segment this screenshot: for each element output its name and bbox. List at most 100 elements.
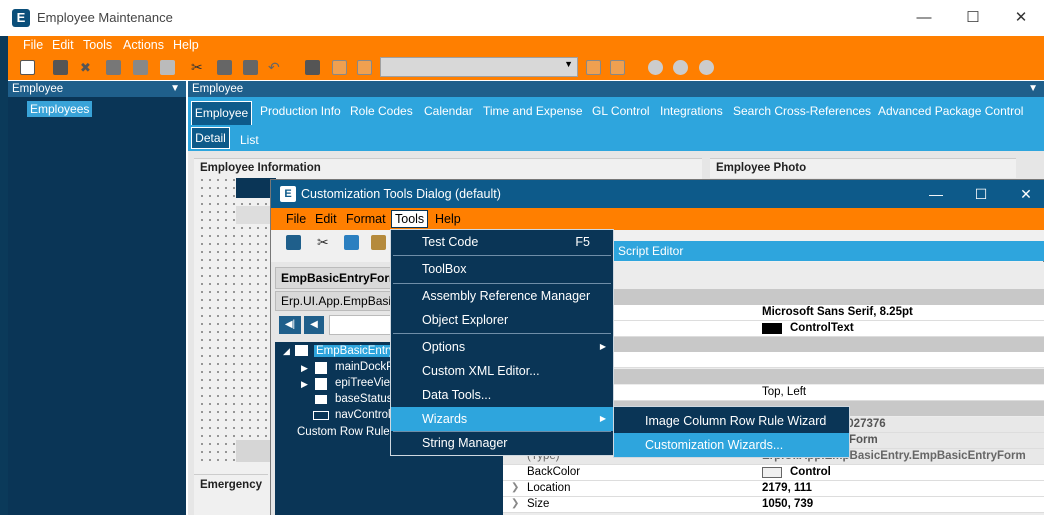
menu-item-label: String Manager (422, 436, 508, 450)
dialog-close-icon[interactable]: ✕ (1014, 183, 1038, 205)
menu-item-object-explorer[interactable]: Object Explorer (391, 308, 613, 332)
menu-item-options[interactable]: Options ▶ (391, 335, 613, 359)
first-record-icon[interactable] (332, 60, 347, 75)
expand-icon[interactable]: ▶ (301, 363, 308, 374)
minimize-icon[interactable]: — (912, 6, 936, 30)
collapse-icon[interactable]: ◢ (283, 346, 290, 357)
sub-tab-strip (188, 125, 1044, 151)
tab-employee[interactable]: Employee (191, 101, 252, 125)
tab-role-codes[interactable]: Role Codes (350, 104, 413, 118)
menu-item-label: Customization Wizards... (645, 438, 784, 452)
pin-icon[interactable]: ▼ (170, 81, 180, 97)
tab-integrations[interactable]: Integrations (660, 104, 723, 118)
pin-icon[interactable]: ▼ (1028, 81, 1038, 97)
tab-gl-control[interactable]: GL Control (592, 104, 650, 118)
menu-item-string-manager[interactable]: String Manager (391, 431, 613, 455)
employee-tree-panel (8, 97, 186, 515)
maximize-icon[interactable]: ☐ (961, 6, 985, 30)
forward-icon[interactable] (673, 60, 688, 75)
tab-script-editor[interactable]: Script Editor (618, 244, 683, 258)
search-input[interactable] (329, 315, 393, 335)
dlg-paste-icon[interactable] (371, 235, 386, 250)
undo-icon[interactable]: ↶ (268, 60, 283, 75)
tab-list[interactable]: List (240, 133, 259, 147)
expand-icon[interactable]: ▶ (301, 379, 308, 390)
tree-item-epitreeview[interactable]: epiTreeView (335, 377, 398, 389)
property-value: 2179, 111 (762, 482, 812, 494)
menu-actions[interactable]: Actions (123, 38, 164, 52)
clear-icon[interactable] (160, 60, 175, 75)
form-type-combo[interactable]: Erp.UI.App.EmpBasic (275, 291, 393, 311)
property-row[interactable]: ❯ Location 2179, 111 (503, 481, 1044, 497)
app-logo-icon: E (12, 9, 30, 27)
tab-advanced-package-control[interactable]: Advanced Package Control (878, 104, 1023, 118)
dlg-copy-icon[interactable] (344, 235, 359, 250)
binoculars-icon[interactable] (305, 60, 320, 75)
dlg-menu-format[interactable]: Format (346, 212, 386, 226)
stop-icon[interactable] (699, 60, 714, 75)
app-title: Employee Maintenance (37, 10, 173, 25)
tree-item-employees[interactable]: Employees (27, 101, 93, 117)
form-icon (295, 345, 308, 356)
next-record-icon[interactable] (586, 60, 601, 75)
menu-item-test-code[interactable]: Test Code F5 (391, 230, 613, 254)
expand-icon[interactable]: ❯ (511, 482, 519, 493)
form-name-combo[interactable]: EmpBasicEntryForm (275, 267, 393, 289)
dialog-title: Customization Tools Dialog (default) (301, 187, 501, 201)
menu-edit[interactable]: Edit (52, 38, 74, 52)
tree-item-navcontrol[interactable]: navControl (335, 409, 391, 421)
menu-item-image-column-row-rule-wizard[interactable]: Image Column Row Rule Wizard (614, 409, 849, 433)
tab-time-and-expense[interactable]: Time and Expense (483, 104, 583, 118)
menu-file[interactable]: File (23, 38, 43, 52)
save-icon[interactable] (53, 60, 68, 75)
new-icon[interactable] (20, 60, 35, 75)
copy-icon[interactable] (217, 60, 232, 75)
paste-icon[interactable] (243, 60, 258, 75)
menu-item-toolbox[interactable]: ToolBox (391, 257, 613, 281)
tools-dropdown-menu: Test Code F5 ToolBox Assembly Reference M… (390, 229, 614, 456)
property-value: 1050, 739 (762, 498, 814, 510)
dlg-menu-file[interactable]: File (286, 212, 306, 226)
menu-item-custom-xml-editor[interactable]: Custom XML Editor... (391, 359, 613, 383)
dlg-menu-tools[interactable]: Tools (391, 210, 429, 228)
employee-photo-group: Employee Photo (710, 158, 1016, 178)
menu-help[interactable]: Help (173, 38, 199, 52)
cut-icon[interactable]: ✂ (191, 60, 206, 75)
delete-icon[interactable]: ✖ (80, 60, 95, 75)
tab-calendar[interactable]: Calendar (424, 104, 473, 118)
last-record-icon[interactable] (610, 60, 625, 75)
property-row[interactable]: ❯ Size 1050, 739 (503, 497, 1044, 513)
menu-item-wizards[interactable]: Wizards ▶ (391, 407, 613, 431)
tree-item-maindock[interactable]: mainDockP (335, 361, 394, 373)
record-selector-combo[interactable]: ▼ (380, 57, 578, 77)
property-value: Form (849, 434, 878, 446)
prev-icon[interactable]: ◀ (304, 316, 324, 334)
dlg-menu-help[interactable]: Help (435, 212, 461, 226)
close-icon[interactable]: ✕ (1009, 6, 1033, 30)
menu-item-customization-wizards[interactable]: Customization Wizards... (614, 433, 849, 457)
property-value: Top, Left (762, 386, 807, 398)
first-icon[interactable]: ◀| (279, 316, 301, 334)
tree-item-custom-row-rules[interactable]: Custom Row Rules (297, 426, 395, 438)
dlg-cut-icon[interactable]: ✂ (317, 235, 332, 250)
dlg-menu-edit[interactable]: Edit (315, 212, 337, 226)
property-value: Control (790, 466, 831, 478)
tab-detail[interactable]: Detail (191, 127, 230, 149)
prev-record-icon[interactable] (357, 60, 372, 75)
tab-search-cross-references[interactable]: Search Cross-References (733, 104, 871, 118)
tab-production-info[interactable]: Production Info (260, 104, 341, 118)
dialog-minimize-icon[interactable]: — (924, 183, 948, 205)
expand-icon[interactable]: ❯ (511, 498, 519, 509)
property-row[interactable]: BackColor Control (503, 465, 1044, 481)
menu-separator (393, 255, 611, 256)
menu-tools[interactable]: Tools (83, 38, 112, 52)
dlg-save-icon[interactable] (286, 235, 301, 250)
menu-item-data-tools[interactable]: Data Tools... (391, 383, 613, 407)
refresh-icon[interactable] (133, 60, 148, 75)
menu-item-assembly-reference-manager[interactable]: Assembly Reference Manager (391, 284, 613, 308)
back-icon[interactable] (648, 60, 663, 75)
attach-icon[interactable] (106, 60, 121, 75)
tree-item-basestatus[interactable]: baseStatus (335, 393, 393, 405)
panel-icon (315, 362, 327, 374)
dialog-maximize-icon[interactable]: ☐ (969, 183, 993, 205)
